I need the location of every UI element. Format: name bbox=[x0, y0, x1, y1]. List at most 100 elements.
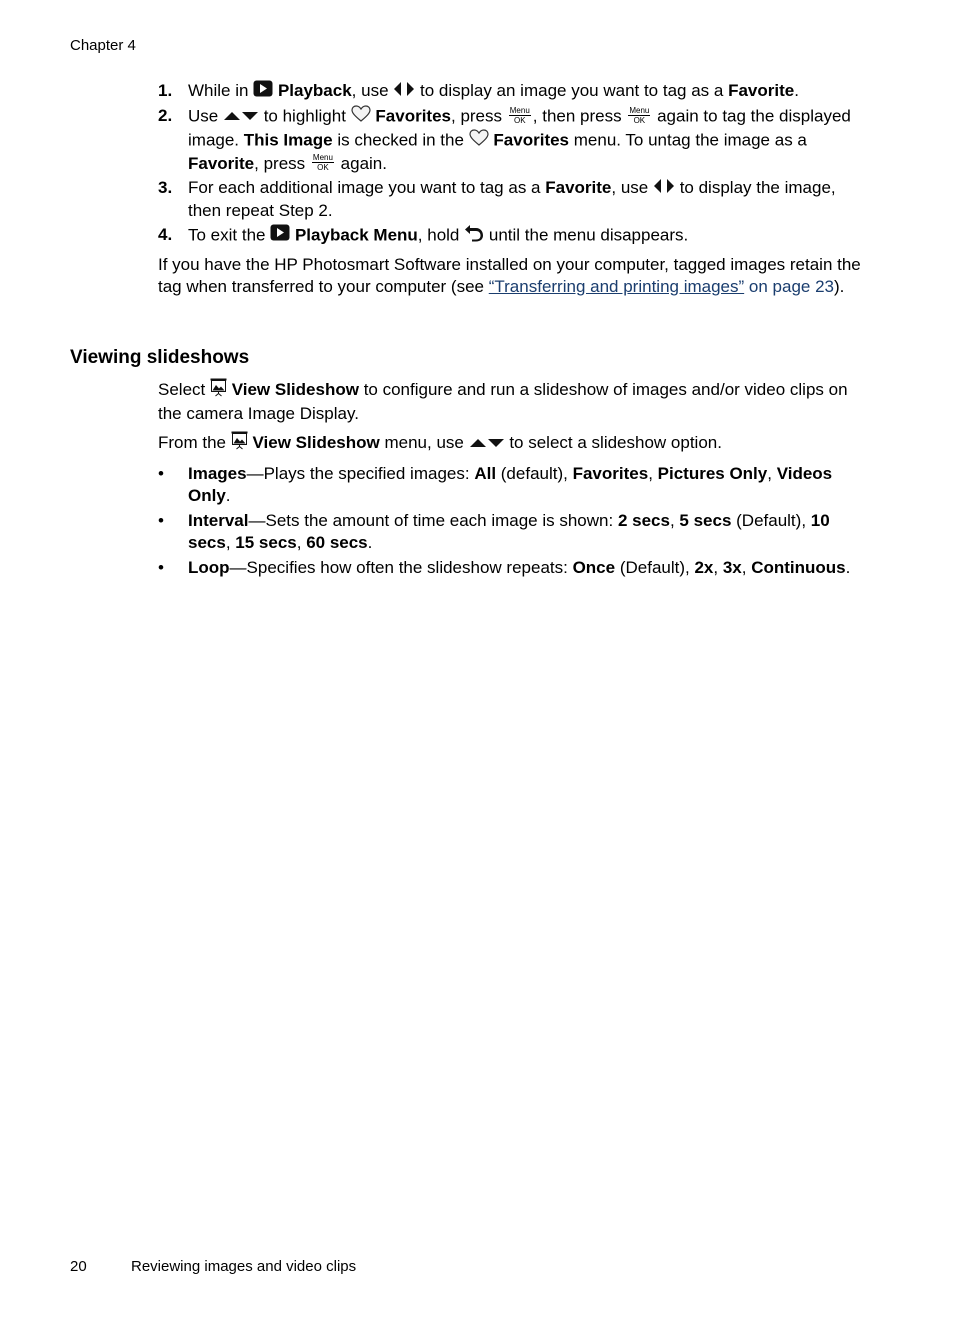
text: , bbox=[225, 533, 236, 552]
text: , use bbox=[351, 81, 389, 100]
running-header: Chapter 4 bbox=[70, 37, 136, 54]
option-value: 15 secs bbox=[235, 533, 297, 552]
transfer-note: If you have the HP Photosmart Software i… bbox=[158, 254, 870, 298]
text: (Default), bbox=[615, 558, 695, 577]
text: , hold bbox=[417, 225, 460, 245]
option-name: Interval bbox=[188, 511, 249, 530]
bullet: • bbox=[158, 464, 164, 483]
text: While in bbox=[188, 81, 249, 100]
running-footer: 20 Reviewing images and video clips bbox=[70, 1258, 356, 1275]
text: menu, use bbox=[384, 432, 464, 452]
link-page[interactable]: on page 23 bbox=[749, 277, 834, 296]
step-number: 3. bbox=[158, 178, 173, 198]
text: , bbox=[767, 464, 777, 483]
text: . bbox=[225, 486, 231, 505]
step-2: 2. Use to highlight Favorites, press Men… bbox=[158, 105, 870, 175]
menu-ok-button-icon: Menu OK bbox=[508, 105, 531, 125]
text: ). bbox=[834, 276, 845, 296]
option-value: Once bbox=[572, 558, 616, 577]
option-value: 3x bbox=[722, 558, 742, 577]
text: For each additional image you want to ta… bbox=[188, 178, 541, 198]
option-value: All bbox=[474, 464, 497, 483]
this-image-label: This Image bbox=[243, 130, 333, 150]
option-interval: • Interval—Sets the amount of time each … bbox=[158, 510, 870, 554]
option-desc: —Specifies how often the slideshow repea… bbox=[229, 558, 573, 577]
heart-icon bbox=[469, 129, 489, 153]
text: , bbox=[296, 533, 307, 552]
left-right-arrows-icon bbox=[653, 178, 675, 200]
heart-icon bbox=[351, 105, 371, 129]
option-value: 5 secs bbox=[679, 511, 732, 530]
step-3: 3. For each additional image you want to… bbox=[158, 177, 870, 222]
menu-text: Menu bbox=[508, 105, 531, 116]
text: again. bbox=[340, 154, 387, 174]
text: Use bbox=[188, 106, 219, 126]
option-value: Favorites bbox=[572, 464, 649, 483]
option-value: 2x bbox=[694, 558, 714, 577]
option-desc: —Sets the amount of time each image is s… bbox=[248, 511, 618, 530]
text: , bbox=[713, 558, 723, 577]
steps-list: 1. While in Playback, use to display an … bbox=[158, 80, 870, 248]
slideshow-options-list: • Images—Plays the specified images: All… bbox=[158, 463, 870, 579]
slideshow-icon bbox=[231, 431, 248, 456]
step-number: 1. bbox=[158, 81, 173, 100]
text: (Default), bbox=[731, 511, 811, 530]
text: . bbox=[794, 81, 799, 100]
slideshow-from: From the View Slideshow menu, use to sel… bbox=[158, 431, 870, 456]
option-value: 2 secs bbox=[617, 511, 670, 530]
footer-title: Reviewing images and video clips bbox=[131, 1258, 357, 1275]
playback-menu-label: Playback Menu bbox=[294, 225, 418, 245]
text: , use bbox=[611, 178, 649, 198]
favorites-instructions: 1. While in Playback, use to display an … bbox=[158, 80, 870, 298]
text: . bbox=[367, 533, 373, 552]
option-desc: —Plays the specified images: bbox=[246, 464, 475, 483]
slideshow-icon bbox=[210, 378, 227, 403]
step-1: 1. While in Playback, use to display an … bbox=[158, 80, 870, 103]
text: To exit the bbox=[188, 225, 266, 245]
section-heading: Viewing slideshows bbox=[70, 347, 250, 368]
option-loop: • Loop—Specifies how often the slideshow… bbox=[158, 557, 870, 579]
option-name: Images bbox=[188, 464, 247, 483]
text: Select bbox=[158, 379, 206, 399]
page-number: 20 bbox=[70, 1258, 87, 1275]
back-arrow-icon bbox=[464, 224, 484, 248]
text: (default), bbox=[496, 464, 573, 483]
text: , press bbox=[451, 106, 503, 126]
link-title[interactable]: “Transferring and printing images” bbox=[489, 277, 744, 296]
step-4: 4. To exit the Playback Menu, hold until… bbox=[158, 224, 870, 248]
option-value: 60 secs bbox=[306, 533, 368, 552]
text: to select a slideshow option. bbox=[509, 432, 722, 452]
menu-ok-button-icon: Menu OK bbox=[311, 153, 334, 172]
step-number: 4. bbox=[158, 224, 173, 244]
view-slideshow-label: View Slideshow bbox=[252, 432, 380, 452]
text: , bbox=[669, 511, 680, 530]
menu-text: Menu bbox=[628, 105, 651, 116]
text: is checked in the bbox=[337, 130, 464, 150]
text: , bbox=[741, 558, 752, 577]
text: , then press bbox=[532, 106, 622, 126]
option-value: Continuous bbox=[751, 558, 846, 577]
text: , bbox=[648, 464, 658, 483]
text: menu. To untag the image as a bbox=[573, 130, 807, 150]
favorite-label: Favorite bbox=[188, 154, 255, 174]
bullet: • bbox=[158, 558, 164, 577]
transferring-printing-link[interactable]: “Transferring and printing images” on pa… bbox=[489, 277, 834, 296]
playback-icon bbox=[253, 80, 273, 103]
ok-text: OK bbox=[513, 115, 526, 125]
text: , press bbox=[254, 154, 306, 174]
menu-ok-button-icon: Menu OK bbox=[628, 105, 651, 125]
slideshow-section: Select View Slideshow to configure and r… bbox=[158, 378, 870, 582]
text: to display an image you want to tag as a bbox=[420, 81, 724, 100]
chapter-label: Chapter 4 bbox=[70, 37, 136, 54]
slideshow-intro: Select View Slideshow to configure and r… bbox=[158, 378, 870, 425]
favorites-label: Favorites bbox=[493, 130, 570, 150]
option-value: Pictures Only bbox=[657, 464, 768, 483]
text: until the menu disappears. bbox=[488, 225, 689, 245]
option-images: • Images—Plays the specified images: All… bbox=[158, 463, 870, 507]
favorites-label: Favorites bbox=[375, 106, 451, 126]
menu-text: Menu bbox=[311, 153, 334, 164]
left-right-arrows-icon bbox=[393, 81, 415, 103]
text: From the bbox=[158, 432, 227, 452]
favorite-label: Favorite bbox=[728, 81, 795, 100]
ok-text: OK bbox=[633, 115, 646, 125]
